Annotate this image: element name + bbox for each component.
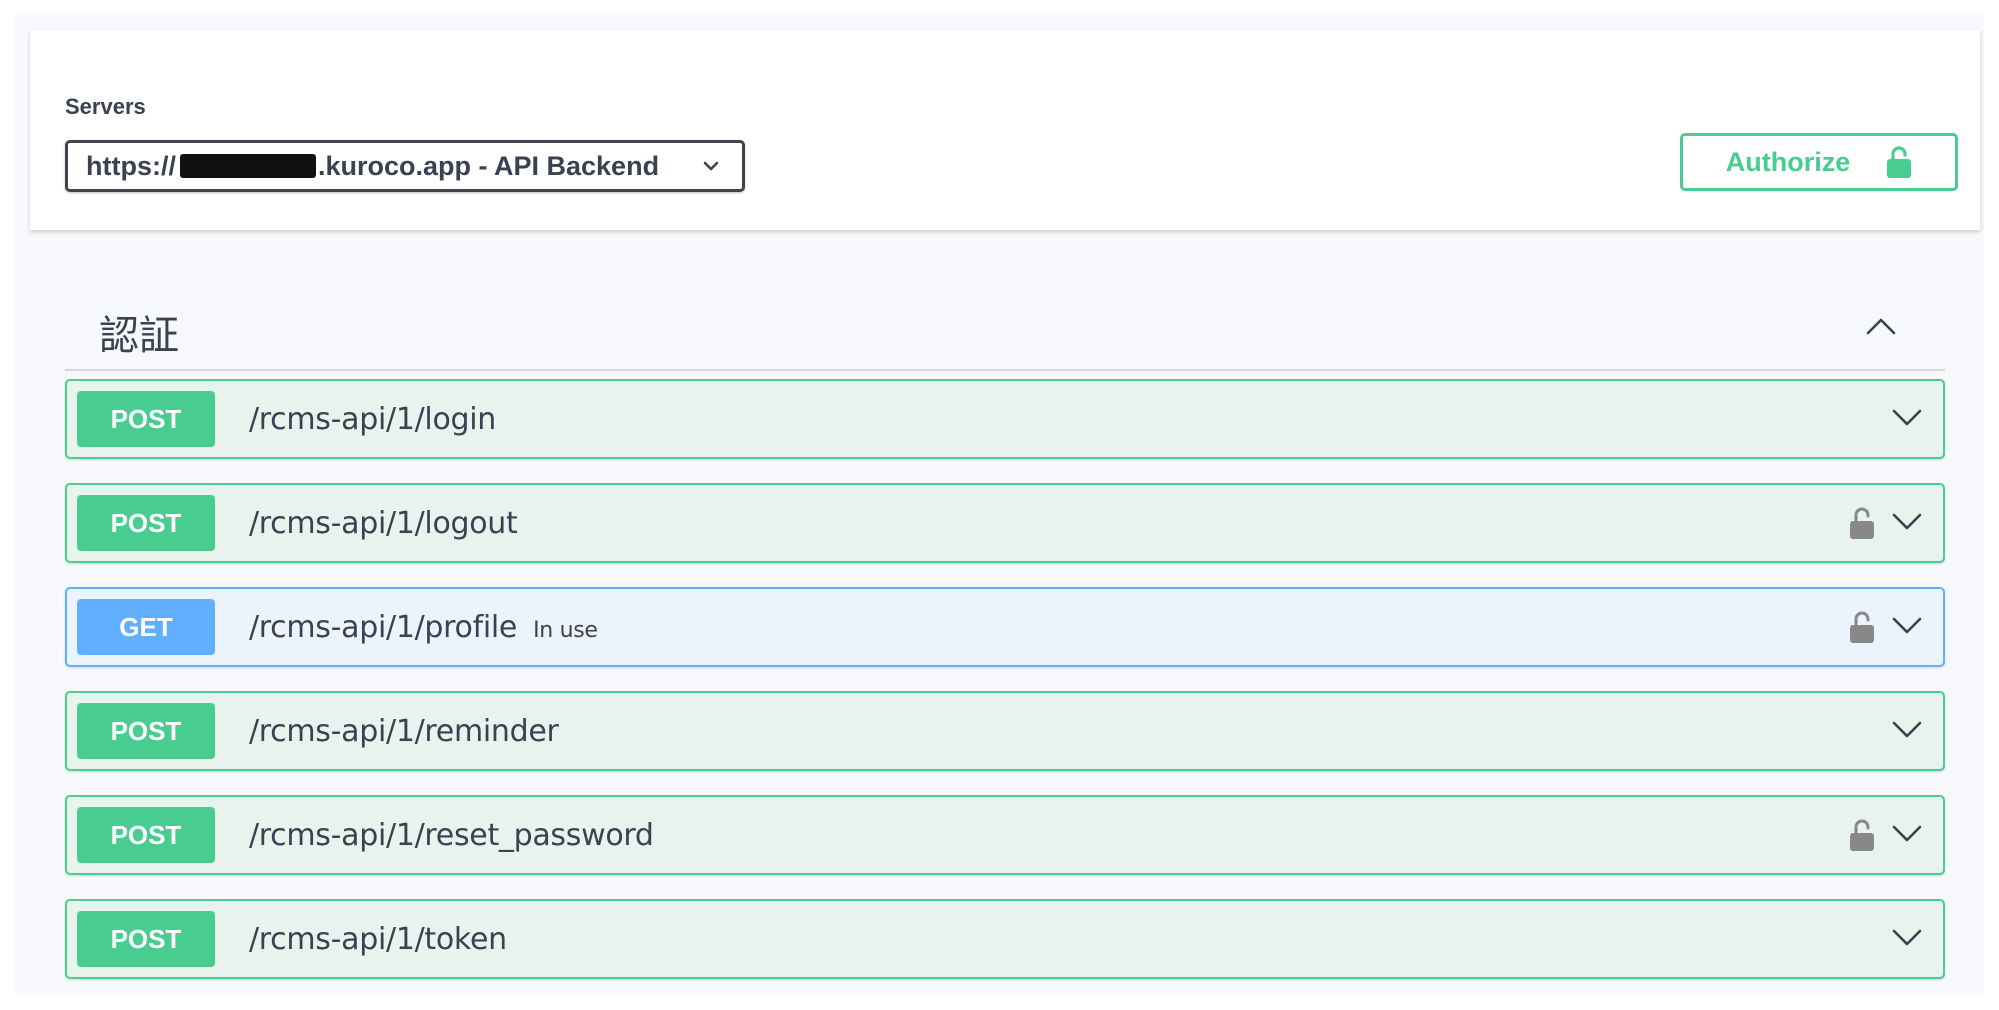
tag-section-header[interactable]: 認証 <box>65 283 1945 371</box>
redacted-block <box>179 154 316 178</box>
operation-path-text: /rcms-api/1/profile <box>249 610 518 645</box>
server-url-prefix: https:// <box>86 150 176 181</box>
operation-path: /rcms-api/1/profile In use <box>249 610 598 645</box>
operation-path-text: /rcms-api/1/reset_password <box>249 818 654 853</box>
method-badge: POST <box>77 807 215 863</box>
authorize-label: Authorize <box>1725 146 1851 177</box>
servers-label: Servers <box>65 94 146 119</box>
unlock-icon <box>1887 146 1912 178</box>
operation-path: /rcms-api/1/reset_password <box>249 818 654 853</box>
chevron-down-icon <box>703 161 719 171</box>
chevron-down-icon[interactable] <box>1891 823 1923 845</box>
operation-row[interactable]: POST/rcms-api/1/token <box>65 899 1945 979</box>
server-select[interactable]: https:// .kuroco.app - API Backend <box>65 140 745 192</box>
method-badge: POST <box>77 495 215 551</box>
operation-path-text: /rcms-api/1/login <box>249 402 496 437</box>
operation-path-text: /rcms-api/1/logout <box>249 506 518 541</box>
operation-path-text: /rcms-api/1/reminder <box>249 714 559 749</box>
method-badge: POST <box>77 911 215 967</box>
operation-row[interactable]: POST/rcms-api/1/logout <box>65 483 1945 563</box>
operation-row[interactable]: POST/rcms-api/1/reminder <box>65 691 1945 771</box>
operation-summary: In use <box>533 618 598 643</box>
operation-row[interactable]: POST/rcms-api/1/reset_password <box>65 795 1945 875</box>
unlock-icon[interactable] <box>1849 506 1875 540</box>
chevron-down-icon[interactable] <box>1891 511 1923 533</box>
operation-path: /rcms-api/1/logout <box>249 506 518 541</box>
operation-path-text: /rcms-api/1/token <box>249 922 507 957</box>
operation-row[interactable]: GET/rcms-api/1/profile In use <box>65 587 1945 667</box>
tag-title: 認証 <box>99 313 179 359</box>
swagger-ui: Servers https:// .kuroco.app - API Backe… <box>15 15 1984 993</box>
authorize-button[interactable]: Authorize <box>1680 133 1958 191</box>
unlock-icon[interactable] <box>1849 818 1875 852</box>
server-url-suffix: .kuroco.app - API Backend <box>317 150 660 181</box>
unlock-icon[interactable] <box>1849 610 1875 644</box>
chevron-down-icon[interactable] <box>1891 615 1923 637</box>
operation-path: /rcms-api/1/login <box>249 402 496 437</box>
chevron-down-icon[interactable] <box>1891 719 1923 741</box>
method-badge: POST <box>77 391 215 447</box>
operations-list: POST/rcms-api/1/login POST/rcms-api/1/log… <box>65 379 1945 1003</box>
method-badge: GET <box>77 599 215 655</box>
method-badge: POST <box>77 703 215 759</box>
operation-path: /rcms-api/1/token <box>249 922 507 957</box>
chevron-up-icon[interactable] <box>1865 315 1897 337</box>
chevron-down-icon[interactable] <box>1891 927 1923 949</box>
chevron-down-icon[interactable] <box>1891 407 1923 429</box>
operation-path: /rcms-api/1/reminder <box>249 714 559 749</box>
scheme-container: Servers https:// .kuroco.app - API Backe… <box>30 30 1980 230</box>
operation-row[interactable]: POST/rcms-api/1/login <box>65 379 1945 459</box>
